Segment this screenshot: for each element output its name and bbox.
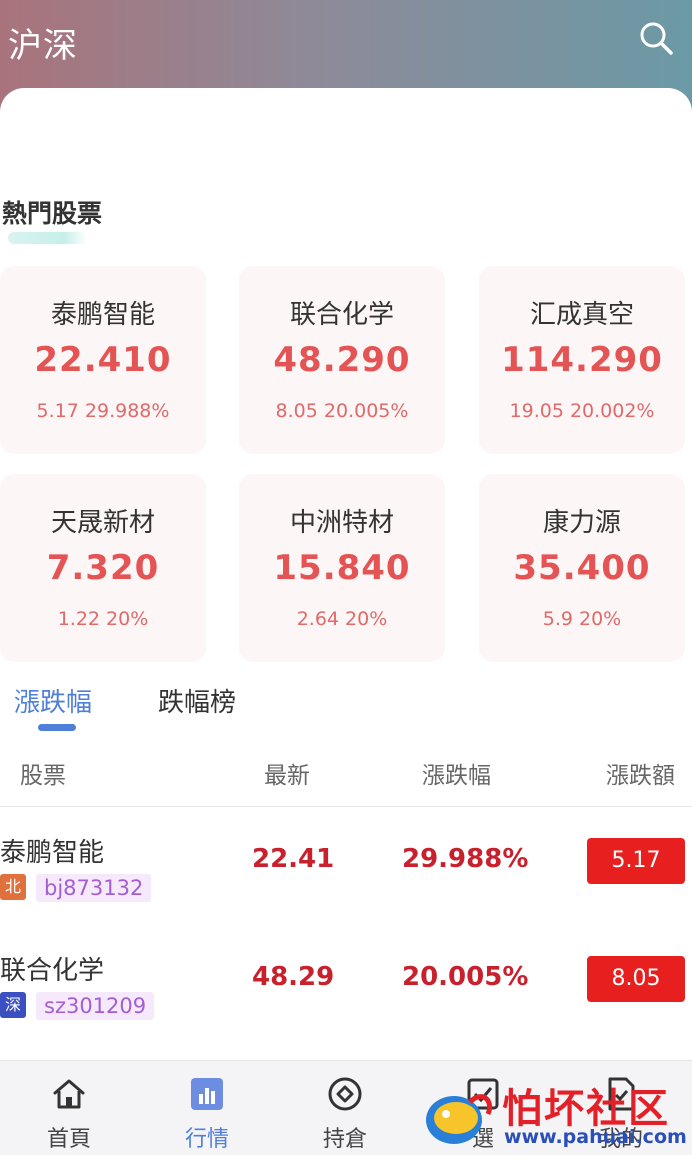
stock-change: 5.17 29.988%	[36, 400, 170, 422]
stock-change: 2.64 20%	[296, 608, 388, 630]
chart-icon	[191, 1078, 223, 1110]
hot-stock-card[interactable]: 天晟新材 7.320 1.22 20%	[0, 474, 206, 662]
stock-name: 泰鹏智能	[50, 300, 155, 330]
hot-stock-card[interactable]: 汇成真空 114.290 19.05 20.002%	[479, 266, 685, 454]
stock-name: 联合化学	[289, 300, 394, 330]
nav-label: 行情	[184, 1127, 229, 1152]
hot-stock-card[interactable]: 联合化学 48.290 8.05 20.005%	[239, 266, 445, 454]
column-header-change-pct[interactable]: 漲跌幅	[422, 756, 491, 790]
stock-price: 114.290	[501, 340, 663, 380]
stock-change: 5.9 20%	[542, 608, 622, 630]
stock-name: 泰鹏智能	[0, 838, 105, 868]
stock-price: 7.320	[46, 548, 160, 588]
watermark-logo-icon	[426, 1094, 492, 1144]
latest-price: 48.29	[252, 962, 335, 992]
search-button[interactable]	[636, 18, 676, 58]
stock-code: bj873132	[36, 874, 152, 902]
position-icon	[328, 1077, 362, 1111]
table-header	[0, 738, 692, 807]
change-percent: 20.005%	[402, 962, 529, 992]
change-amount-badge: 8.05	[587, 956, 685, 1002]
tab-losers[interactable]: 跌幅榜	[158, 682, 236, 719]
search-icon	[640, 22, 673, 55]
page-title: 沪深	[8, 26, 78, 66]
stock-name: 天晟新材	[50, 508, 155, 538]
section-title-underline	[8, 232, 88, 244]
hot-stocks-title: 熱門股票	[2, 199, 103, 228]
exchange-badge: 北	[0, 874, 26, 900]
table-row[interactable]: 泰鹏智能 北 bj873132 22.41 29.988% 5.17	[0, 832, 692, 950]
table-row[interactable]: 联合化学 深 sz301209 48.29 20.005% 8.05	[0, 950, 692, 1068]
hot-stock-card[interactable]: 中洲特材 15.840 2.64 20%	[239, 474, 445, 662]
stock-price: 15.840	[273, 548, 411, 588]
tab-gainers[interactable]: 漲跌幅	[14, 682, 92, 719]
hot-stock-card[interactable]: 泰鹏智能 22.410 5.17 29.988%	[0, 266, 206, 454]
stock-change: 19.05 20.002%	[509, 400, 655, 422]
stock-price: 48.290	[273, 340, 411, 380]
home-icon	[53, 1079, 85, 1109]
column-header-latest[interactable]: 最新	[264, 756, 310, 790]
stock-change: 8.05 20.005%	[275, 400, 409, 422]
stock-price: 22.410	[34, 340, 172, 380]
stock-name: 康力源	[542, 508, 621, 538]
change-amount-badge: 5.17	[587, 838, 685, 884]
nav-label: 持倉	[322, 1127, 367, 1152]
stock-name: 中洲特材	[289, 508, 394, 538]
exchange-badge: 深	[0, 992, 26, 1018]
column-header-stock[interactable]: 股票	[20, 756, 66, 790]
active-tab-indicator	[38, 724, 76, 731]
stock-code: sz301209	[36, 992, 155, 1020]
stock-change: 1.22 20%	[57, 608, 149, 630]
stock-name: 联合化学	[0, 956, 105, 986]
column-header-change-amount[interactable]: 漲跌額	[606, 756, 675, 790]
hot-stock-card[interactable]: 康力源 35.400 5.9 20%	[479, 474, 685, 662]
stock-name: 汇成真空	[529, 300, 634, 330]
latest-price: 22.41	[252, 844, 335, 874]
nav-home[interactable]: 首頁	[0, 1061, 138, 1155]
change-percent: 29.988%	[402, 844, 529, 874]
stock-price: 35.400	[513, 548, 651, 588]
nav-market[interactable]: 行情	[138, 1061, 276, 1155]
nav-positions[interactable]: 持倉	[276, 1061, 414, 1155]
nav-label: 首頁	[46, 1127, 91, 1152]
watermark-url: www.pahuai.com	[504, 1126, 687, 1148]
